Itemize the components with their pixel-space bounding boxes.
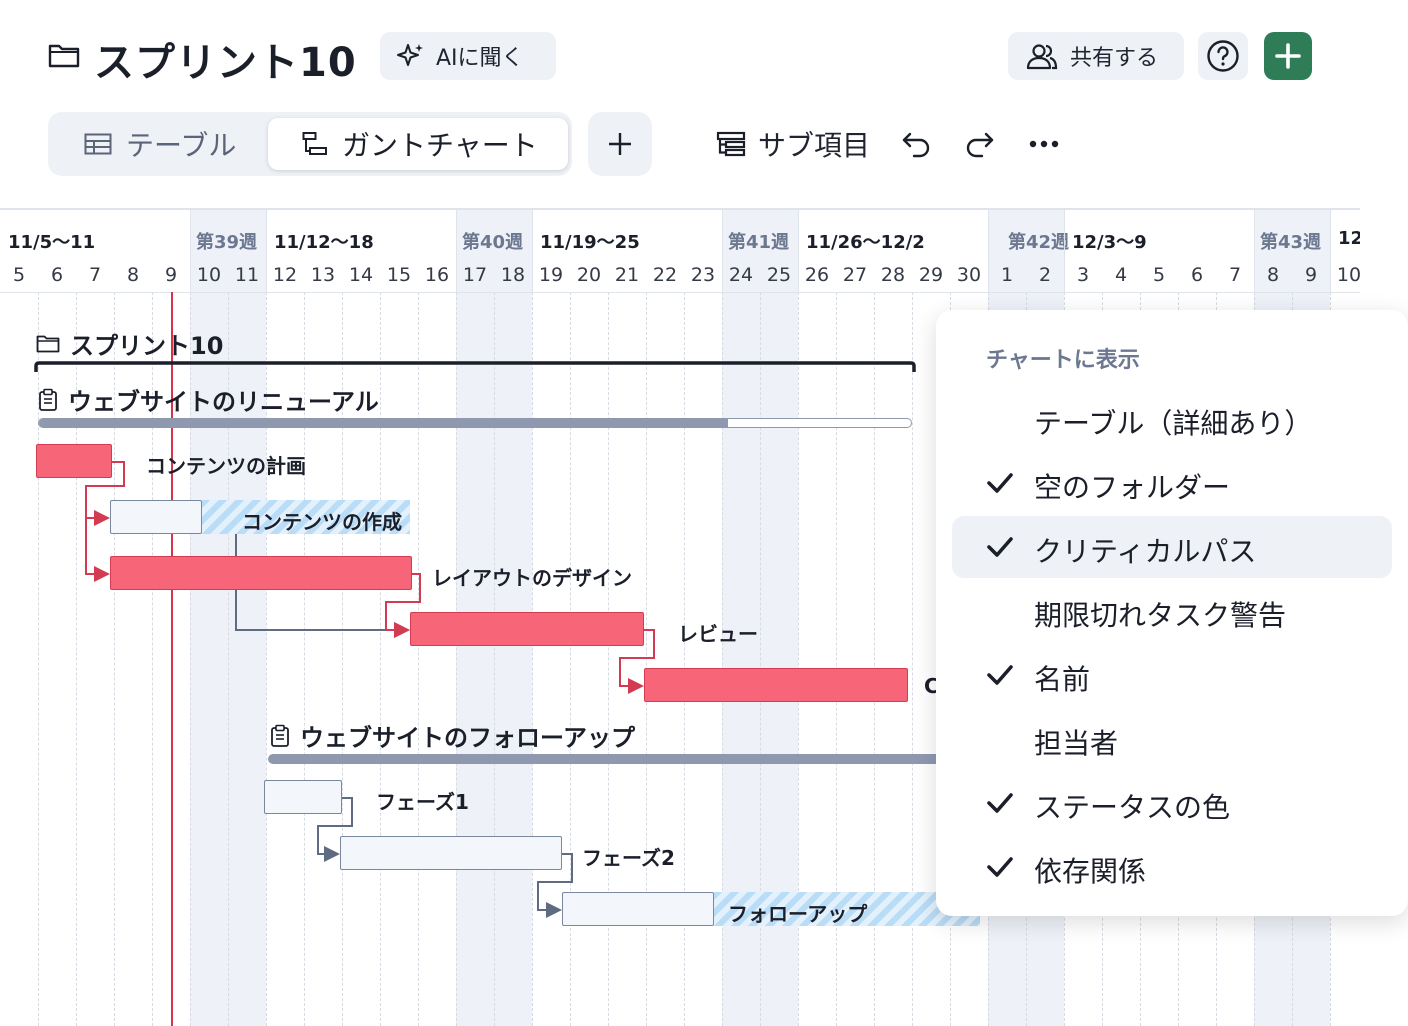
menu-item[interactable]: 空のフォルダー <box>952 452 1392 514</box>
task-bar-layout-design[interactable] <box>110 556 412 590</box>
menu-item-label: 空のフォルダー <box>1034 471 1231 504</box>
add-view-button[interactable] <box>588 112 652 176</box>
menu-item[interactable]: 依存関係 <box>952 836 1392 898</box>
checkmark-icon <box>987 473 1013 493</box>
group-name: ウェブサイトのフォローアップ <box>300 724 636 752</box>
checkmark-icon <box>987 857 1013 877</box>
users-icon <box>1026 44 1058 70</box>
clipboard-icon <box>39 388 57 411</box>
subitems-icon <box>716 131 746 157</box>
task-bar-launch[interactable] <box>644 668 908 702</box>
task-bar-review[interactable] <box>410 612 644 646</box>
task-bar-followup[interactable] <box>562 892 714 926</box>
checkmark-icon <box>987 665 1013 685</box>
folder-span-bracket <box>34 361 916 372</box>
group-progress-fill <box>39 419 728 427</box>
table-icon <box>84 133 112 155</box>
sparkle-icon <box>397 44 423 66</box>
task-bar-phase2[interactable] <box>340 836 562 870</box>
menu-item[interactable]: ステータスの色 <box>952 772 1392 834</box>
folder-icon <box>36 335 60 352</box>
more-icon <box>1029 140 1059 148</box>
page-title: スプリント10 <box>94 40 357 86</box>
menu-item[interactable]: クリティカルパス <box>952 516 1392 578</box>
redo-button[interactable] <box>962 126 998 162</box>
menu-item-label: クリティカルパス <box>1034 535 1257 568</box>
share-label: 共有する <box>1070 46 1159 71</box>
menu-item-label: ステータスの色 <box>1034 791 1231 824</box>
view-switcher: テーブル ガントチャート <box>48 112 572 176</box>
share-button[interactable]: 共有する <box>1008 32 1184 80</box>
tab-gantt-label: ガントチャート <box>342 129 538 162</box>
menu-item-label: テーブル（詳細あり） <box>1034 407 1313 440</box>
undo-icon <box>902 132 930 158</box>
group-row-followup[interactable]: ウェブサイトのフォローアップ <box>270 718 635 753</box>
undo-button[interactable] <box>898 126 934 162</box>
tab-gantt-chart[interactable]: ガントチャート <box>268 118 568 170</box>
menu-heading: チャートに表示 <box>986 348 1140 373</box>
task-bar-content-plan[interactable] <box>36 444 112 478</box>
menu-item[interactable]: 期限切れタスク警告 <box>952 580 1392 642</box>
group-name: ウェブサイトのリニューアル <box>68 388 379 416</box>
menu-item[interactable]: 名前 <box>952 644 1392 706</box>
folder-row[interactable]: スプリント10 <box>36 326 223 361</box>
menu-item[interactable]: 担当者 <box>952 708 1392 770</box>
gantt-icon <box>302 132 327 155</box>
task-label: フォローアップ <box>728 902 868 926</box>
tab-table[interactable]: テーブル <box>58 118 268 170</box>
folder-icon <box>48 44 80 68</box>
help-button[interactable] <box>1198 32 1248 80</box>
task-label: フェーズ1 <box>376 790 469 814</box>
task-label: レイアウトのデザイン <box>432 566 632 590</box>
ask-ai-label: AIに聞く <box>436 46 524 71</box>
checkmark-icon <box>987 537 1013 557</box>
task-bar-phase1[interactable] <box>264 780 342 814</box>
task-label: フェーズ2 <box>582 846 675 870</box>
plus-icon <box>609 133 631 155</box>
group-progress-bar <box>38 418 912 428</box>
group-row-renewal[interactable]: ウェブサイトのリニューアル <box>38 382 379 417</box>
tab-table-label: テーブル <box>126 129 237 162</box>
task-label: コンテンツの計画 <box>146 454 306 478</box>
menu-item-label: 担当者 <box>1034 727 1119 760</box>
menu-item-label: 名前 <box>1034 663 1091 696</box>
folder-name: スプリント10 <box>70 332 224 360</box>
more-button[interactable] <box>1026 126 1062 162</box>
group-progress-bar <box>268 754 968 764</box>
plus-icon <box>1275 43 1301 69</box>
clipboard-icon <box>271 724 289 747</box>
checkmark-icon <box>987 793 1013 813</box>
help-icon <box>1207 40 1239 72</box>
task-label: レビュー <box>678 622 758 646</box>
menu-item-label: 依存関係 <box>1034 855 1147 888</box>
task-bar-content-create[interactable] <box>110 500 202 534</box>
subitems-label: サブ項目 <box>758 129 871 162</box>
chart-display-menu: チャートに表示 テーブル（詳細あり） 空のフォルダー クリティカルパス 期限切れタスク… <box>936 310 1408 916</box>
add-button[interactable] <box>1264 32 1312 80</box>
menu-item[interactable]: テーブル（詳細あり） <box>952 388 1392 450</box>
redo-icon <box>966 132 994 158</box>
menu-item-label: 期限切れタスク警告 <box>1034 599 1287 632</box>
task-label: コンテンツの作成 <box>242 510 402 534</box>
ask-ai-button[interactable]: AIに聞く <box>380 32 556 80</box>
subitems-button[interactable]: サブ項目 <box>716 124 870 164</box>
